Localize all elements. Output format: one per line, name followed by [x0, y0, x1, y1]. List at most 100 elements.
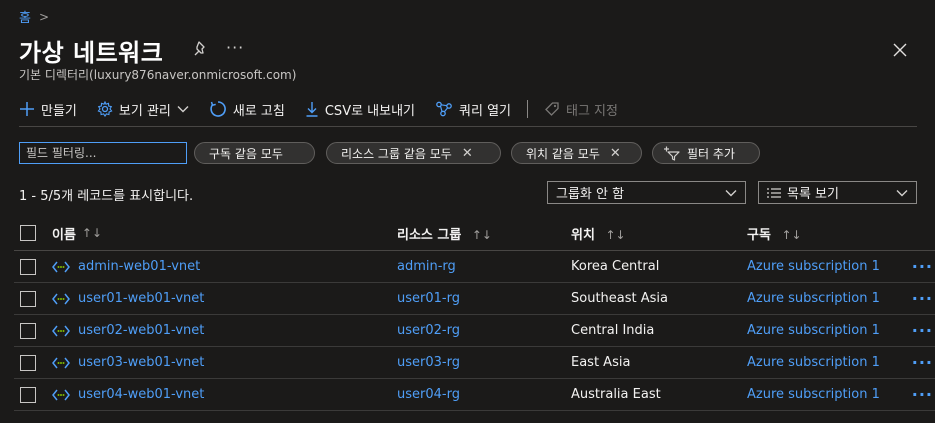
filter-subscription-label: 구독 같음 모두 — [209, 146, 283, 161]
remove-filter-icon[interactable]: ✕ — [610, 146, 621, 161]
page-title: 가상 네트워크 — [19, 39, 164, 67]
refresh-icon — [210, 101, 226, 117]
row-more-icon[interactable]: ··· — [912, 353, 933, 372]
resource-group-link[interactable]: user03-rg — [397, 355, 460, 370]
vnet-name-link[interactable]: user01-web01-vnet — [78, 291, 204, 306]
breadcrumb-home-link[interactable]: 홈 — [19, 7, 31, 26]
filter-resource-group-label: 리소스 그룹 같음 모두 — [341, 146, 452, 161]
column-header-name[interactable]: 이름 ↑↓ — [52, 224, 397, 243]
filter-search-input[interactable] — [19, 142, 187, 164]
column-header-resource-group[interactable]: 리소스 그룹 ↑↓ — [397, 224, 571, 243]
create-button[interactable]: 만들기 — [19, 100, 77, 119]
view-selected-wrap: 목록 보기 — [767, 183, 839, 202]
table-row[interactable]: user01-web01-vnet user01-rg Southeast As… — [14, 283, 935, 315]
filter-pill-location[interactable]: 위치 같음 모두 ✕ — [511, 142, 642, 164]
virtual-network-icon — [52, 293, 70, 304]
column-header-subscription[interactable]: 구독 ↑↓ — [747, 224, 917, 243]
breadcrumb: 홈 > — [19, 7, 50, 27]
grouping-dropdown[interactable]: 그룹화 안 함 — [547, 181, 746, 204]
name-cell: user03-web01-vnet — [52, 355, 397, 370]
column-subscription-label: 구독 — [747, 227, 771, 243]
column-header-location[interactable]: 위치 ↑↓ — [571, 224, 747, 243]
row-checkbox[interactable] — [20, 290, 36, 307]
breadcrumb-separator: > — [38, 9, 50, 24]
grouping-selected: 그룹화 안 함 — [556, 187, 625, 202]
row-checkbox[interactable] — [20, 354, 36, 371]
vnet-name-link[interactable]: admin-web01-vnet — [78, 259, 200, 274]
toolbar-divider — [527, 100, 528, 118]
select-all-checkbox[interactable] — [20, 225, 36, 241]
column-name-label: 이름 — [52, 227, 76, 243]
table-row[interactable]: user04-web01-vnet user04-rg Australia Ea… — [14, 379, 935, 411]
table-row[interactable]: user03-web01-vnet user03-rg East Asia Az… — [14, 347, 935, 379]
add-filter-button[interactable]: 필터 추가 — [652, 142, 760, 164]
row-checkbox[interactable] — [20, 386, 36, 403]
open-query-button[interactable]: 쿼리 열기 — [435, 100, 511, 119]
export-csv-button[interactable]: CSV로 내보내기 — [305, 100, 415, 119]
add-filter-icon — [664, 146, 680, 161]
close-icon[interactable] — [891, 41, 909, 59]
sort-icon[interactable]: ↑↓ — [605, 228, 625, 242]
column-location-label: 위치 — [571, 227, 595, 243]
plus-icon — [20, 102, 34, 116]
pin-icon[interactable] — [192, 40, 210, 58]
toolbar-divider-line — [19, 126, 917, 127]
resource-group-link[interactable]: user04-rg — [397, 387, 460, 402]
refresh-button[interactable]: 새로 고침 — [209, 100, 285, 119]
sort-icon[interactable]: ↑↓ — [781, 228, 801, 242]
resource-group-link[interactable]: user01-rg — [397, 291, 460, 306]
vnet-name-link[interactable]: user04-web01-vnet — [78, 387, 204, 402]
subscription-link[interactable]: Azure subscription 1 — [747, 259, 880, 274]
vnet-name-link[interactable]: user02-web01-vnet — [78, 323, 204, 338]
location-cell: Southeast Asia — [571, 291, 668, 306]
remove-filter-icon[interactable]: ✕ — [462, 146, 473, 161]
row-more-icon[interactable]: ··· — [912, 385, 933, 404]
row-checkbox[interactable] — [20, 258, 36, 275]
location-cell: Korea Central — [571, 259, 660, 274]
directory-subtitle: 기본 디렉터리(luxury876naver.onmicrosoft.com) — [19, 68, 297, 82]
subscription-link[interactable]: Azure subscription 1 — [747, 291, 880, 306]
name-cell: user01-web01-vnet — [52, 291, 397, 306]
assign-tags-button[interactable]: 태그 지정 — [544, 100, 618, 119]
filter-pill-resource-group[interactable]: 리소스 그룹 같음 모두 ✕ — [326, 142, 501, 164]
row-more-icon[interactable]: ··· — [912, 289, 933, 308]
command-bar: 만들기 보기 관리 새로 고침 CSV로 내보내기 쿼리 열기 태그 지정 — [19, 96, 638, 122]
row-check-cell — [14, 354, 52, 371]
manage-view-button[interactable]: 보기 관리 — [97, 100, 189, 119]
refresh-label: 새로 고침 — [232, 103, 285, 119]
virtual-network-icon — [52, 389, 70, 400]
row-more-icon[interactable]: ··· — [912, 257, 933, 276]
open-query-label: 쿼리 열기 — [459, 103, 511, 119]
manage-view-label: 보기 관리 — [118, 103, 171, 119]
resource-group-link[interactable]: admin-rg — [397, 259, 456, 274]
subscription-link[interactable]: Azure subscription 1 — [747, 323, 880, 338]
record-count: 1 - 5/5개 레코드를 표시합니다. — [19, 189, 194, 204]
row-check-cell — [14, 258, 52, 275]
subscription-link[interactable]: Azure subscription 1 — [747, 355, 880, 370]
filter-location-label: 위치 같음 모두 — [526, 146, 600, 161]
table-header: 이름 ↑↓ 리소스 그룹 ↑↓ 위치 ↑↓ 구독 ↑↓ — [14, 216, 935, 251]
create-label: 만들기 — [41, 103, 77, 119]
view-selected: 목록 보기 — [787, 187, 839, 202]
resource-table: 이름 ↑↓ 리소스 그룹 ↑↓ 위치 ↑↓ 구독 ↑↓ admin-web01-… — [14, 216, 935, 411]
select-all-cell — [14, 225, 52, 241]
resource-group-link[interactable]: user02-rg — [397, 323, 460, 338]
sort-icon[interactable]: ↑↓ — [82, 226, 102, 240]
table-row[interactable]: user02-web01-vnet user02-rg Central Indi… — [14, 315, 935, 347]
row-checkbox[interactable] — [20, 322, 36, 339]
location-cell: Central India — [571, 323, 655, 338]
sort-icon[interactable]: ↑↓ — [472, 228, 492, 242]
query-graph-icon — [436, 101, 452, 117]
subscription-link[interactable]: Azure subscription 1 — [747, 387, 880, 402]
vnet-name-link[interactable]: user03-web01-vnet — [78, 355, 204, 370]
filter-pill-subscription[interactable]: 구독 같음 모두 — [194, 142, 315, 164]
location-cell: East Asia — [571, 355, 631, 370]
view-dropdown[interactable]: 목록 보기 — [758, 181, 917, 204]
table-row[interactable]: admin-web01-vnet admin-rg Korea Central … — [14, 251, 935, 283]
more-options-icon[interactable]: ··· — [226, 38, 244, 57]
assign-tags-label: 태그 지정 — [566, 103, 618, 119]
download-icon — [306, 102, 318, 117]
row-check-cell — [14, 290, 52, 307]
add-filter-label: 필터 추가 — [687, 146, 735, 161]
row-more-icon[interactable]: ··· — [912, 321, 933, 340]
